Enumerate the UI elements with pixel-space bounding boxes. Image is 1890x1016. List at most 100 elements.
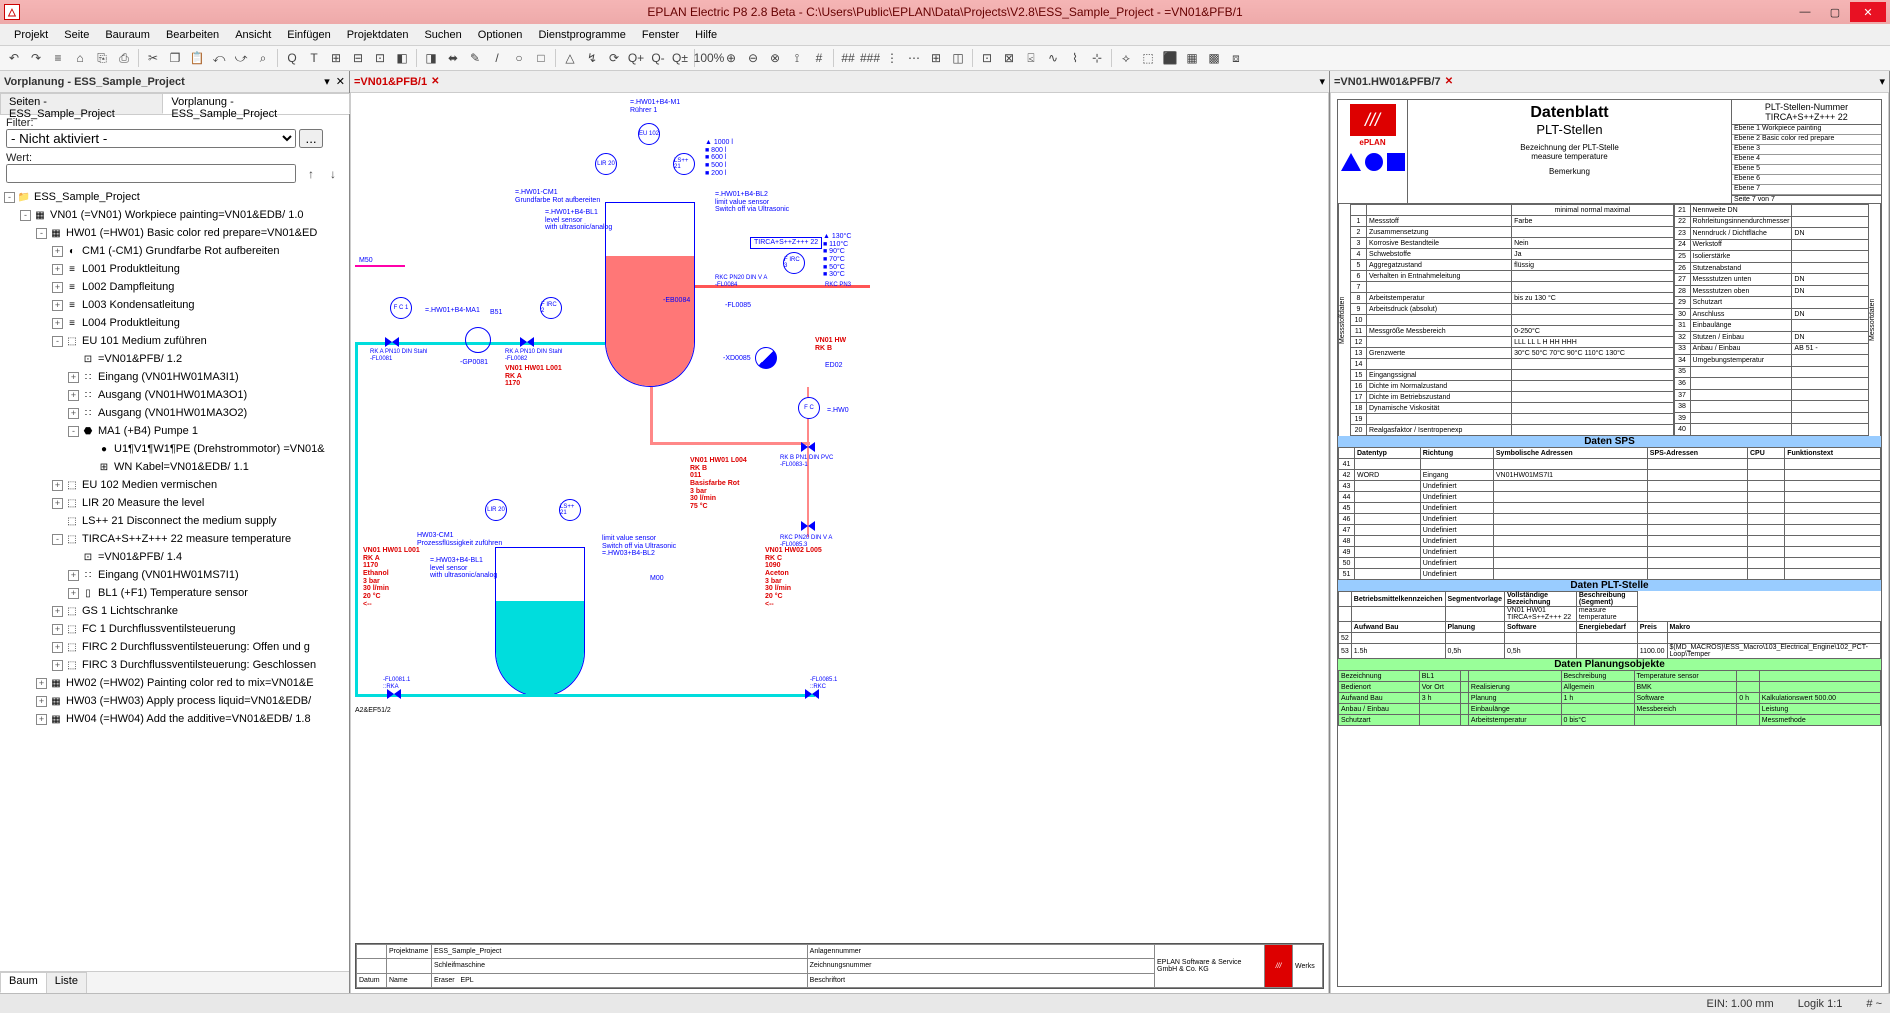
toolbar-btn-2[interactable]: ≡ xyxy=(48,48,68,68)
schematic-dropdown-icon[interactable]: ▾ xyxy=(1319,75,1325,88)
toolbar-btn-10[interactable]: ⤻ xyxy=(231,48,251,68)
toolbar-btn-5[interactable]: ⎙ xyxy=(114,48,134,68)
toolbar-btn-30[interactable]: 100% xyxy=(699,48,719,68)
toolbar-btn-18[interactable]: ◨ xyxy=(421,48,441,68)
minimize-button[interactable]: — xyxy=(1790,2,1820,22)
toolbar-btn-4[interactable]: ⎘ xyxy=(92,48,112,68)
toolbar-btn-16[interactable]: ⊡ xyxy=(370,48,390,68)
tree-row[interactable]: +◐CM1 (-CM1) Grundfarbe Rot aufbereiten xyxy=(4,242,345,260)
up-arrow-icon[interactable]: ↑ xyxy=(301,164,321,184)
toolbar-btn-20[interactable]: ✎ xyxy=(465,48,485,68)
menu-projekt[interactable]: Projekt xyxy=(6,27,56,43)
filter-select[interactable]: - Nicht aktiviert - xyxy=(6,129,296,148)
toolbar-btn-6[interactable]: ✂ xyxy=(143,48,163,68)
menu-bauraum[interactable]: Bauraum xyxy=(97,27,158,43)
toolbar-btn-26[interactable]: ⟳ xyxy=(604,48,624,68)
schematic-tab-close-icon[interactable]: ✕ xyxy=(431,76,439,87)
wert-input[interactable] xyxy=(6,164,296,183)
menu-fenster[interactable]: Fenster xyxy=(634,27,687,43)
tree-row[interactable]: -📁ESS_Sample_Project xyxy=(4,188,345,206)
menu-suchen[interactable]: Suchen xyxy=(416,27,469,43)
tree-row[interactable]: +⬚LIR 20 Measure the level xyxy=(4,494,345,512)
toolbar-btn-28[interactable]: Q- xyxy=(648,48,668,68)
toolbar-btn-8[interactable]: 📋 xyxy=(187,48,207,68)
toolbar-btn-51[interactable]: ▦ xyxy=(1182,48,1202,68)
schematic-canvas[interactable]: =.HW01+B4-M1 Rührer 1 EU 102 LIR 20 LS++… xyxy=(350,93,1329,993)
tree-row[interactable]: -⬣MA1 (+B4) Pumpe 1 xyxy=(4,422,345,440)
schematic-tab[interactable]: =VN01&PFB/1 xyxy=(354,76,427,88)
tree-row[interactable]: +≡L003 Kondensatleitung xyxy=(4,296,345,314)
tree-row[interactable]: ⊞WN Kabel=VN01&EDB/ 1.1 xyxy=(4,458,345,476)
tree-row[interactable]: +∷Ausgang (VN01HW01MA3O1) xyxy=(4,386,345,404)
tree-row[interactable]: -▦VN01 (=VN01) Workpiece painting=VN01&E… xyxy=(4,206,345,224)
toolbar-btn-40[interactable]: ⊞ xyxy=(926,48,946,68)
maximize-button[interactable]: ▢ xyxy=(1820,2,1850,22)
menu-optionen[interactable]: Optionen xyxy=(470,27,531,43)
panel-close-icon[interactable]: ✕ xyxy=(336,75,345,88)
menu-einfügen[interactable]: Einfügen xyxy=(279,27,338,43)
tree-row[interactable]: ⊡=VN01&PFB/ 1.2 xyxy=(4,350,345,368)
datasheet-tab-close-icon[interactable]: ✕ xyxy=(1445,76,1453,87)
tree[interactable]: -📁ESS_Sample_Project-▦VN01 (=VN01) Workp… xyxy=(0,186,349,971)
toolbar-btn-1[interactable]: ↷ xyxy=(26,48,46,68)
toolbar-btn-19[interactable]: ⬌ xyxy=(443,48,463,68)
tree-row[interactable]: +⬚FC 1 Durchflussventilsteuerung xyxy=(4,620,345,638)
tree-row[interactable]: -⬚EU 101 Medium zuführen xyxy=(4,332,345,350)
toolbar-btn-14[interactable]: ⊞ xyxy=(326,48,346,68)
toolbar-btn-12[interactable]: Q xyxy=(282,48,302,68)
menu-hilfe[interactable]: Hilfe xyxy=(687,27,725,43)
toolbar-btn-24[interactable]: △ xyxy=(560,48,580,68)
menu-dienstprogramme[interactable]: Dienstprogramme xyxy=(530,27,633,43)
toolbar-btn-9[interactable]: ⤺ xyxy=(209,48,229,68)
toolbar-btn-44[interactable]: ⍃ xyxy=(1021,48,1041,68)
menu-bearbeiten[interactable]: Bearbeiten xyxy=(158,27,227,43)
toolbar-btn-42[interactable]: ⊡ xyxy=(977,48,997,68)
tree-row[interactable]: +⬚FIRC 2 Durchflussventilsteuerung: Offe… xyxy=(4,638,345,656)
tab-liste[interactable]: Liste xyxy=(46,972,87,993)
toolbar-btn-15[interactable]: ⊟ xyxy=(348,48,368,68)
toolbar-btn-52[interactable]: ▩ xyxy=(1204,48,1224,68)
toolbar-btn-17[interactable]: ◧ xyxy=(392,48,412,68)
toolbar-btn-43[interactable]: ⊠ xyxy=(999,48,1019,68)
toolbar-btn-11[interactable]: ⌕ xyxy=(253,48,273,68)
toolbar-btn-36[interactable]: ## xyxy=(838,48,858,68)
tab-baum[interactable]: Baum xyxy=(0,972,47,993)
toolbar-btn-29[interactable]: Q± xyxy=(670,48,690,68)
tab-pages[interactable]: Seiten - ESS_Sample_Project xyxy=(0,93,163,114)
menu-ansicht[interactable]: Ansicht xyxy=(227,27,279,43)
menu-projektdaten[interactable]: Projektdaten xyxy=(339,27,417,43)
filter-browse-button[interactable]: ... xyxy=(299,129,323,148)
tree-row[interactable]: ⬚LS++ 21 Disconnect the medium supply xyxy=(4,512,345,530)
tree-row[interactable]: +∷Eingang (VN01HW01MS7I1) xyxy=(4,566,345,584)
tree-row[interactable]: +⬚GS 1 Lichtschranke xyxy=(4,602,345,620)
toolbar-btn-32[interactable]: ⊖ xyxy=(743,48,763,68)
toolbar-btn-22[interactable]: ○ xyxy=(509,48,529,68)
tree-row[interactable]: +⬚EU 102 Medien vermischen xyxy=(4,476,345,494)
tree-row[interactable]: +▦HW04 (=HW04) Add the additive=VN01&EDB… xyxy=(4,710,345,728)
close-button[interactable]: ✕ xyxy=(1850,2,1886,22)
tree-row[interactable]: +≡L004 Produktleitung xyxy=(4,314,345,332)
toolbar-btn-39[interactable]: ⋯ xyxy=(904,48,924,68)
down-arrow-icon[interactable]: ↓ xyxy=(323,164,343,184)
datasheet-dropdown-icon[interactable]: ▾ xyxy=(1879,75,1885,88)
datasheet-canvas[interactable]: /// ePLAN Datenblatt PLT-Stellen Bezeich… xyxy=(1330,93,1889,993)
tree-row[interactable]: +⬚FIRC 3 Durchflussventilsteuerung: Gesc… xyxy=(4,656,345,674)
tree-row[interactable]: +≡L001 Produktleitung xyxy=(4,260,345,278)
toolbar-btn-0[interactable]: ↶ xyxy=(4,48,24,68)
toolbar-btn-41[interactable]: ◫ xyxy=(948,48,968,68)
toolbar-btn-13[interactable]: T xyxy=(304,48,324,68)
toolbar-btn-37[interactable]: ### xyxy=(860,48,880,68)
toolbar-btn-27[interactable]: Q+ xyxy=(626,48,646,68)
toolbar-btn-25[interactable]: ↯ xyxy=(582,48,602,68)
toolbar-btn-31[interactable]: ⊕ xyxy=(721,48,741,68)
panel-dropdown-icon[interactable]: ▾ xyxy=(324,75,330,88)
toolbar-btn-3[interactable]: ⌂ xyxy=(70,48,90,68)
toolbar-btn-48[interactable]: ⟡ xyxy=(1116,48,1136,68)
toolbar-btn-23[interactable]: □ xyxy=(531,48,551,68)
toolbar-btn-38[interactable]: ⋮ xyxy=(882,48,902,68)
tree-row[interactable]: +▯BL1 (+F1) Temperature sensor xyxy=(4,584,345,602)
datasheet-tab[interactable]: =VN01.HW01&PFB/7 xyxy=(1334,76,1441,88)
tree-row[interactable]: +▦HW03 (=HW03) Apply process liquid=VN01… xyxy=(4,692,345,710)
tree-row[interactable]: +▦HW02 (=HW02) Painting color red to mix… xyxy=(4,674,345,692)
toolbar-btn-46[interactable]: ⌇ xyxy=(1065,48,1085,68)
